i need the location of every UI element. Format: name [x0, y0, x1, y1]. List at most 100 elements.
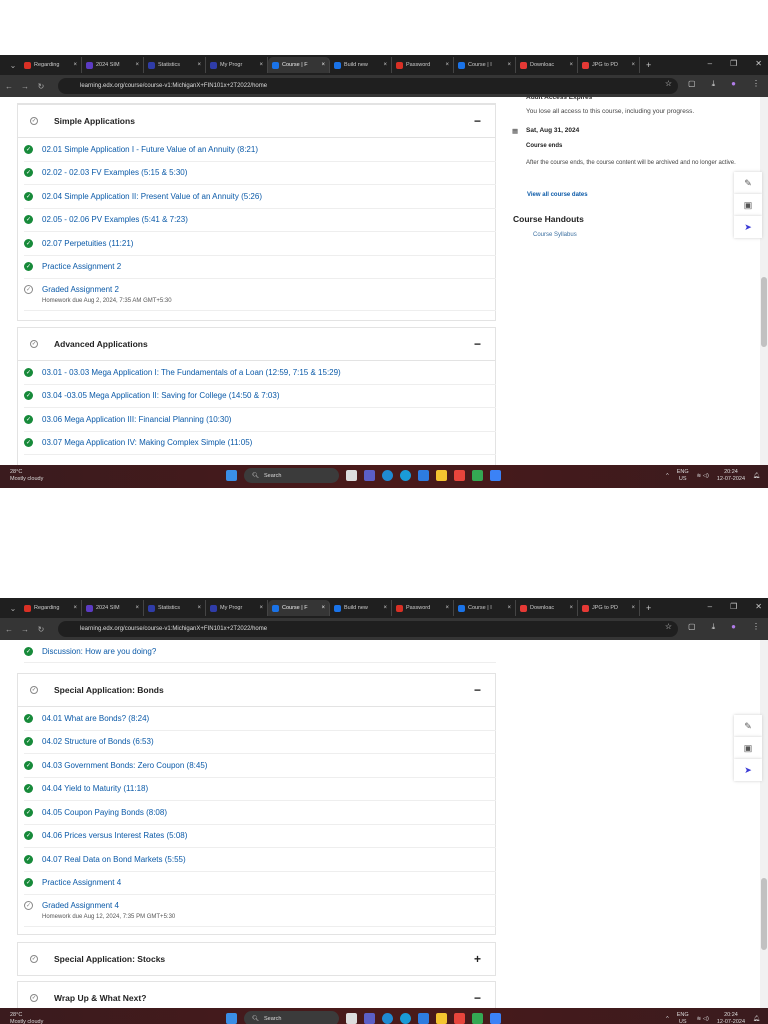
calendar-icon[interactable]: ▣: [734, 737, 762, 759]
teams-icon[interactable]: [364, 1013, 375, 1024]
item-label[interactable]: 02.02 - 02.03 FV Examples (5:15 & 5:30): [42, 168, 187, 177]
close-button[interactable]: ✕: [755, 59, 762, 68]
list-item[interactable]: ✓ 04.05 Coupon Paying Bonds (8:08): [24, 801, 496, 825]
profile-avatar[interactable]: ●: [731, 622, 736, 632]
list-item[interactable]: ✓ 02.01 Simple Application I - Future Val…: [24, 138, 496, 162]
taskbar-search[interactable]: 🔍︎ Search: [244, 1011, 339, 1024]
list-item[interactable]: ✓ 04.02 Structure of Bonds (6:53): [24, 731, 496, 754]
browser-tab[interactable]: Statistics ×: [144, 57, 206, 73]
tab-close-icon[interactable]: ×: [569, 62, 573, 68]
bookmark-star-icon[interactable]: ☆: [665, 622, 672, 632]
restore-button[interactable]: ❐: [730, 602, 737, 611]
scrollbar-thumb[interactable]: [761, 878, 767, 950]
item-label[interactable]: 04.01 What are Bonds? (8:24): [42, 714, 149, 723]
tab-close-icon[interactable]: ×: [507, 62, 511, 68]
back-button[interactable]: ←: [2, 625, 16, 634]
tab-close-icon[interactable]: ×: [507, 605, 511, 611]
item-label[interactable]: 02.05 - 02.06 PV Examples (5:41 & 7:23): [42, 215, 188, 224]
list-item[interactable]: ✓ Graded Assignment 4 Homework due Aug 12,…: [24, 895, 496, 927]
cortana-icon[interactable]: [400, 1013, 411, 1024]
assistant-icon[interactable]: ➤: [734, 759, 762, 781]
browser-tab[interactable]: 2024 SIM ×: [82, 600, 144, 616]
tray-chevron-icon[interactable]: ^: [666, 473, 669, 480]
chrome-profile-icon[interactable]: [472, 1013, 483, 1024]
browser-tab[interactable]: Downloac ×: [516, 600, 578, 616]
browser-tab[interactable]: JPG to PD ×: [578, 600, 640, 616]
new-tab-button[interactable]: +: [646, 60, 651, 70]
chrome-profile-icon[interactable]: [472, 470, 483, 481]
weather-widget[interactable]: 28°C Mostly cloudy: [10, 1012, 43, 1024]
tab-close-icon[interactable]: ×: [321, 605, 325, 611]
item-label[interactable]: 03.01 - 03.03 Mega Application I: The Fu…: [42, 368, 341, 377]
wifi-volume-icon[interactable]: ≋ ◁): [697, 1016, 709, 1023]
item-label[interactable]: 04.04 Yield to Maturity (11:18): [42, 784, 148, 793]
menu-icon[interactable]: ⋮: [752, 79, 760, 89]
notification-icon[interactable]: 🔔︎: [753, 1016, 760, 1023]
url-input[interactable]: learning.edx.org/course/course-v1:Michig…: [58, 621, 678, 637]
reload-button[interactable]: ↻: [34, 625, 48, 634]
profile-avatar[interactable]: ●: [731, 79, 736, 89]
list-item[interactable]: ✓ Graded Assignment 2 Homework due Aug 2, …: [24, 279, 496, 311]
notification-icon[interactable]: 🔔︎: [753, 473, 760, 480]
list-item[interactable]: ✓ 04.01 What are Bonds? (8:24): [24, 707, 496, 731]
todo-icon[interactable]: [418, 1013, 429, 1024]
new-tab-button[interactable]: +: [646, 603, 651, 613]
course-syllabus-link[interactable]: Course Syllabus: [533, 232, 577, 238]
scrollbar[interactable]: [760, 97, 768, 465]
item-label[interactable]: 04.03 Government Bonds: Zero Coupon (8:4…: [42, 761, 207, 770]
browser-tab[interactable]: Password ×: [392, 57, 454, 73]
browser-tab[interactable]: Downloac ×: [516, 57, 578, 73]
tab-close-icon[interactable]: ×: [445, 605, 449, 611]
item-label[interactable]: 03.06 Mega Application III: Financial Pl…: [42, 415, 231, 424]
browser-tab[interactable]: JPG to PD ×: [578, 57, 640, 73]
tab-close-icon[interactable]: ×: [569, 605, 573, 611]
tab-close-icon[interactable]: ×: [259, 62, 263, 68]
tab-search-icon[interactable]: ⌄: [6, 61, 20, 70]
bookmark-star-icon[interactable]: ☆: [665, 79, 672, 89]
tab-close-icon[interactable]: ×: [259, 605, 263, 611]
item-label[interactable]: 04.02 Structure of Bonds (6:53): [42, 737, 154, 746]
notes-icon[interactable]: ✎: [734, 172, 762, 194]
tray-chevron-icon[interactable]: ^: [666, 1016, 669, 1023]
list-item[interactable]: ✓ Discussion: How are you doing?: [24, 640, 496, 663]
notes-icon[interactable]: ✎: [734, 715, 762, 737]
app-icon[interactable]: [490, 470, 501, 481]
forward-button[interactable]: →: [18, 625, 32, 634]
browser-tab[interactable]: Build new ×: [330, 57, 392, 73]
cortana-icon[interactable]: [400, 470, 411, 481]
list-item[interactable]: ✓ Practice Assignment 2: [24, 256, 496, 279]
assistant-icon[interactable]: ➤: [734, 216, 762, 238]
tab-close-icon[interactable]: ×: [321, 62, 325, 68]
reload-button[interactable]: ↻: [34, 82, 48, 91]
list-item[interactable]: ✓ 03.04 -03.05 Mega Application II: Savin…: [24, 385, 496, 408]
item-label[interactable]: 02.01 Simple Application I - Future Valu…: [42, 145, 258, 154]
collapse-icon[interactable]: −: [474, 991, 481, 1005]
minimize-button[interactable]: –: [708, 59, 712, 68]
taskbar-search[interactable]: 🔍︎ Search: [244, 468, 339, 483]
list-item[interactable]: ✓ 02.02 - 02.03 FV Examples (5:15 & 5:30): [24, 162, 496, 185]
tab-close-icon[interactable]: ×: [73, 605, 77, 611]
tab-close-icon[interactable]: ×: [73, 62, 77, 68]
browser-tab[interactable]: Course | I ×: [454, 600, 516, 616]
browser-tab[interactable]: Statistics ×: [144, 600, 206, 616]
browser-tab[interactable]: Password ×: [392, 600, 454, 616]
list-item[interactable]: ✓ 03.07 Mega Application IV: Making Compl…: [24, 432, 496, 455]
language-indicator[interactable]: ENG US: [677, 1012, 689, 1024]
collapse-icon[interactable]: −: [474, 114, 481, 128]
browser-tab[interactable]: Build new ×: [330, 600, 392, 616]
item-label[interactable]: 03.04 -03.05 Mega Application II: Saving…: [42, 391, 279, 400]
task-view-icon[interactable]: [346, 470, 357, 481]
wifi-volume-icon[interactable]: ≋ ◁): [697, 473, 709, 480]
item-label[interactable]: 04.07 Real Data on Bond Markets (5:55): [42, 855, 186, 864]
tab-close-icon[interactable]: ×: [631, 62, 635, 68]
chrome-icon[interactable]: [454, 470, 465, 481]
list-item[interactable]: ✓ 02.07 Perpetuities (11:21): [24, 232, 496, 256]
item-label[interactable]: Practice Assignment 4: [42, 878, 121, 887]
item-label[interactable]: 02.04 Simple Application II: Present Val…: [42, 192, 262, 201]
tab-close-icon[interactable]: ×: [631, 605, 635, 611]
item-label[interactable]: 02.07 Perpetuities (11:21): [42, 239, 133, 248]
edge-icon[interactable]: [382, 470, 393, 481]
browser-tab[interactable]: Regarding ×: [20, 57, 82, 73]
list-item[interactable]: ✓ 04.03 Government Bonds: Zero Coupon (8:…: [24, 754, 496, 778]
weather-widget[interactable]: 28°C Mostly cloudy: [10, 469, 43, 483]
